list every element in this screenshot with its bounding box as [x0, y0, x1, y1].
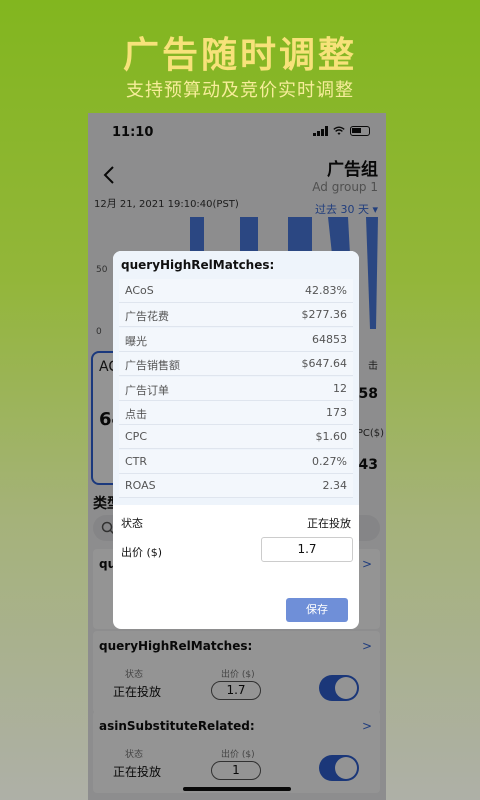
promo-title: 广告随时调整 — [122, 35, 357, 76]
stat-value: 42.83% — [305, 284, 347, 297]
stat-value: 173 — [326, 406, 347, 419]
promo-subtitle: 支持预算动及竞价实时调整 — [126, 80, 354, 101]
dialog-stat-row: 广告销售额 $647.64 — [119, 352, 353, 377]
stat-label: CPC — [125, 430, 147, 444]
stat-value: 0.27% — [312, 454, 347, 468]
dialog-stat-row: 广告花费 $277.36 — [119, 303, 353, 328]
bid-edit-dialog: queryHighRelMatches: ACoS 42.83% 广告花费 $277.… — [113, 251, 359, 629]
stat-label: ACoS — [125, 284, 154, 297]
dialog-bid-label: 出价 ($) — [121, 546, 163, 559]
dialog-stat-row: 点击 173 — [119, 401, 353, 425]
dialog-status-label: 状态 — [121, 517, 143, 530]
stat-value: 12 — [333, 381, 347, 395]
stat-value: 64853 — [312, 332, 347, 346]
stat-value: $1.60 — [315, 430, 348, 444]
dialog-status-value: 正在投放 — [307, 517, 351, 530]
dialog-stat-row: CPC $1.60 — [119, 425, 353, 450]
save-button[interactable]: 保存 — [286, 598, 348, 622]
stat-value: 2.34 — [322, 479, 348, 493]
stat-label: ROAS — [125, 479, 156, 493]
stat-label: 广告订单 — [125, 383, 169, 397]
dialog-stat-row: ACoS 42.83% — [119, 279, 353, 303]
stat-value: $277.36 — [301, 308, 348, 322]
stat-label: 点击 — [125, 408, 147, 421]
stat-label: 曝光 — [125, 334, 147, 348]
dialog-stat-row: CTR 0.27% — [119, 449, 353, 474]
dialog-stat-row: ROAS 2.34 — [119, 474, 353, 499]
stat-label: CTR — [125, 454, 148, 468]
dialog-stat-row: 广告订单 12 — [119, 376, 353, 401]
dialog-stat-row: 曝光 64853 — [119, 327, 353, 352]
stat-value: $647.64 — [301, 357, 348, 371]
dialog-title: queryHighRelMatches: — [121, 258, 275, 272]
stat-label: 广告销售额 — [125, 359, 180, 373]
dialog-bid-input[interactable]: 1.7 — [261, 537, 353, 562]
stat-label: 广告花费 — [125, 310, 169, 324]
